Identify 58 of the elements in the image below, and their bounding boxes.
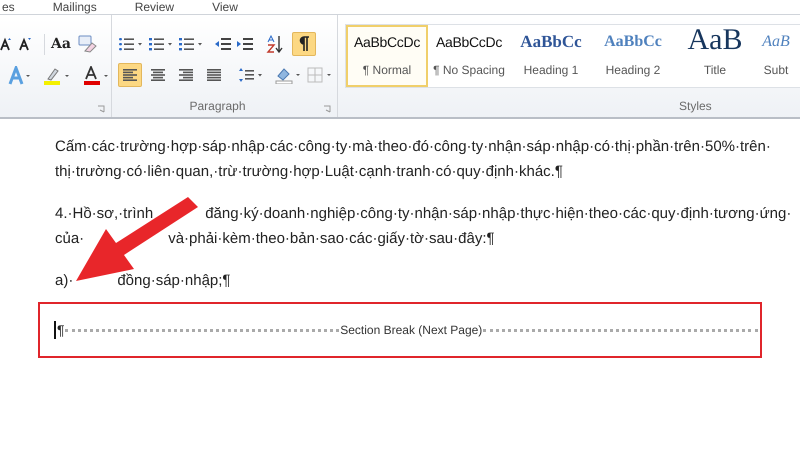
ribbon-tab[interactable]: Review: [134, 0, 174, 14]
style-label: Subt: [764, 62, 788, 79]
document-text: 4.·Hồ·sơ,·trình: [55, 204, 154, 224]
align-right-icon: [178, 68, 194, 82]
font-color-icon[interactable]: [82, 66, 110, 86]
style-label: Heading 1: [524, 62, 578, 79]
dialog-launcher-icon[interactable]: [323, 105, 331, 113]
paragraph-mark: ¶: [54, 321, 65, 339]
dialog-launcher-icon[interactable]: [97, 105, 105, 113]
style-sample: AaB: [688, 25, 742, 55]
highlighter-icon[interactable]: [42, 66, 72, 86]
style-option[interactable]: AaBbCc Heading 2: [592, 25, 674, 87]
bullets-icon[interactable]: [118, 36, 144, 52]
document-text: a)·: [55, 271, 74, 292]
change-case-button[interactable]: Aa: [44, 34, 71, 54]
multilevel-list-icon[interactable]: [178, 36, 204, 52]
align-center-icon: [150, 68, 166, 82]
shrink-font-icon[interactable]: [18, 37, 32, 51]
document-text: thị·trường·có·liên·quan,·trừ·trường·hợp·Luật·cạnh·tranh·có·quy·định·khác.¶: [55, 162, 563, 182]
show-formatting-marks-button[interactable]: [292, 32, 316, 56]
sort-icon[interactable]: [266, 35, 284, 53]
eraser-icon[interactable]: [76, 35, 97, 53]
style-option[interactable]: AaBbCc Heading 1: [510, 25, 592, 87]
style-option[interactable]: AaBbCcDc ¶ No Spacing: [428, 25, 510, 87]
group-label: Styles: [679, 98, 712, 115]
ribbon-tab[interactable]: Mailings: [52, 0, 97, 14]
decrease-indent-icon[interactable]: [214, 37, 232, 51]
group-label: Paragraph: [189, 98, 246, 115]
style-sample: AaBbCc: [520, 31, 582, 53]
style-label: Title: [704, 62, 726, 79]
style-sample: AaBbCc: [604, 32, 662, 52]
ribbon-tab[interactable]: es: [2, 0, 15, 14]
shading-icon[interactable]: [274, 66, 302, 84]
style-sample: AaBbCcDc: [436, 33, 502, 52]
style-option[interactable]: AaB Subt: [756, 25, 796, 87]
grow-font-icon[interactable]: [0, 37, 12, 51]
align-button[interactable]: [118, 63, 142, 87]
increase-indent-icon[interactable]: [236, 37, 254, 51]
document-text: Cấm·các·trường·hợp·sáp·nhập·các·công·ty·mà·theo·đó·công·ty·nhận·sáp·nhập·có·thị·phần·trên·50%·trên·: [55, 137, 771, 158]
align-justify-icon: [206, 68, 222, 82]
align-left-icon: [122, 68, 138, 82]
pilcrow-icon: [298, 36, 310, 52]
text-effects-icon[interactable]: [8, 66, 32, 86]
style-option[interactable]: AaB Title: [674, 25, 756, 87]
line-spacing-icon[interactable]: [238, 67, 264, 83]
document-text: của·: [55, 229, 84, 250]
document-text: và·phải·kèm·theo·bản·sao·các·giấy·tờ·sau·đây:¶: [168, 229, 495, 250]
style-sample: AaBbCcDc: [354, 33, 420, 52]
document-text: đồng·sáp·nhập;¶: [117, 271, 230, 292]
ribbon-tab[interactable]: View: [212, 0, 238, 14]
style-option[interactable]: AaBbCcDc ¶ Normal: [346, 25, 428, 87]
section-break-label: Section Break (Next Page): [339, 322, 484, 339]
style-label: ¶ No Spacing: [433, 62, 505, 79]
style-label: Heading 2: [606, 62, 660, 79]
numbering-icon[interactable]: [148, 36, 174, 52]
style-label: ¶ Normal: [362, 62, 412, 79]
style-sample: AaB: [762, 32, 790, 52]
document-text: đăng·ký·doanh·nghiệp·công·ty·nhận·sáp·nhập·thực·hiện·theo·các·quy·định·tương·ứng·: [205, 204, 792, 224]
